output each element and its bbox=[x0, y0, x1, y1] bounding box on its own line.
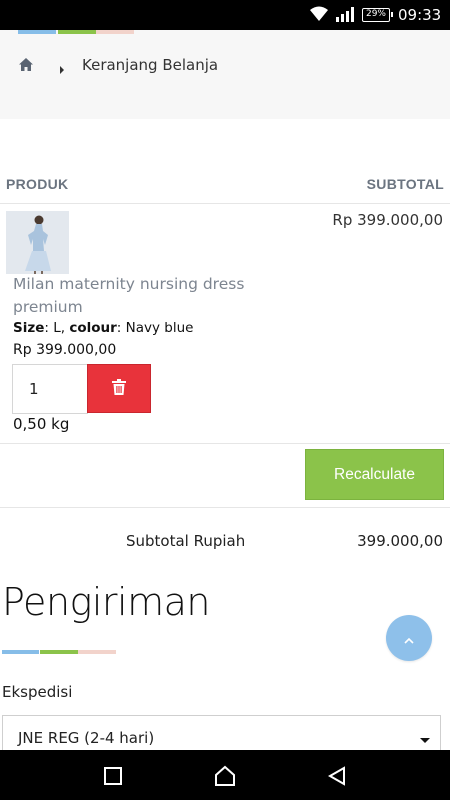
chevron-up-icon bbox=[404, 629, 414, 648]
product-image[interactable] bbox=[6, 211, 69, 274]
clock: 09:33 bbox=[398, 6, 442, 24]
recent-apps-icon[interactable] bbox=[101, 764, 125, 788]
size-label: Size bbox=[13, 320, 45, 336]
item-subtotal: Rp 399.000,00 bbox=[332, 211, 443, 229]
accent-line-blue bbox=[2, 650, 39, 654]
product-price: Rp 399.000,00 bbox=[13, 342, 117, 358]
delete-item-button[interactable] bbox=[87, 364, 151, 413]
battery-icon: 29% bbox=[362, 8, 393, 22]
colour-label: colour bbox=[69, 320, 117, 336]
wifi-icon bbox=[309, 6, 329, 26]
accent-line-blue bbox=[18, 30, 56, 34]
size-value: : L, bbox=[44, 320, 70, 336]
back-icon[interactable] bbox=[325, 764, 349, 788]
accent-line-pink bbox=[96, 30, 134, 34]
shipping-title: Pengiriman bbox=[2, 580, 210, 624]
quantity-field[interactable] bbox=[12, 364, 88, 414]
courier-selected-value: JNE REG (2-4 hari) bbox=[18, 729, 155, 747]
subtotal-label: Subtotal Rupiah bbox=[126, 532, 246, 550]
product-variant: Size: L, colour: Navy blue bbox=[13, 320, 193, 336]
divider bbox=[0, 443, 450, 444]
recalculate-button[interactable]: Recalculate bbox=[305, 449, 444, 500]
courier-label: Ekspedisi bbox=[2, 683, 73, 701]
divider bbox=[0, 507, 450, 508]
quantity-input[interactable] bbox=[13, 365, 87, 413]
home-nav-icon[interactable] bbox=[213, 764, 237, 788]
page-header: Keranjang Belanja bbox=[0, 30, 450, 119]
accent-line-green bbox=[58, 30, 96, 34]
signal-icon bbox=[336, 7, 354, 26]
product-weight: 0,50 kg bbox=[13, 415, 70, 433]
breadcrumb-current: Keranjang Belanja bbox=[82, 56, 219, 74]
colour-value: : Navy blue bbox=[116, 320, 194, 336]
product-name-link[interactable]: Milan maternity nursing dress premium bbox=[13, 273, 273, 319]
accent-line-pink bbox=[78, 650, 116, 654]
breadcrumb: Keranjang Belanja bbox=[18, 54, 218, 76]
home-icon[interactable] bbox=[18, 57, 34, 73]
subtotal-value: 399.000,00 bbox=[357, 532, 443, 550]
caret-down-icon bbox=[420, 738, 430, 743]
chevron-right-icon bbox=[58, 60, 66, 74]
accent-line-green bbox=[40, 650, 78, 654]
scroll-to-top-button[interactable] bbox=[386, 615, 432, 661]
status-bar: 29% 09:33 bbox=[0, 0, 450, 30]
cart-table-header: PRODUK SUBTOTAL bbox=[0, 170, 450, 204]
trash-icon bbox=[112, 378, 126, 399]
column-header-subtotal: SUBTOTAL bbox=[366, 176, 444, 192]
navigation-bar bbox=[0, 750, 450, 800]
column-header-product: PRODUK bbox=[6, 176, 69, 192]
